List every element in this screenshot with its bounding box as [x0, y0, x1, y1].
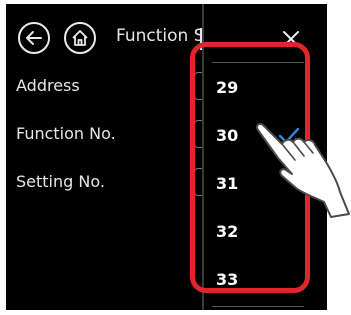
back-button[interactable] [18, 22, 50, 54]
setting-no-label: Setting No. [16, 172, 105, 191]
pointing-hand-icon [255, 122, 350, 218]
function-no-label: Function No. [16, 124, 116, 143]
arrow-left-icon [26, 31, 42, 45]
page-title: Function S [116, 26, 200, 46]
address-label: Address [16, 76, 80, 95]
home-button[interactable] [64, 22, 96, 54]
list-divider [212, 306, 304, 307]
home-icon [72, 30, 88, 46]
